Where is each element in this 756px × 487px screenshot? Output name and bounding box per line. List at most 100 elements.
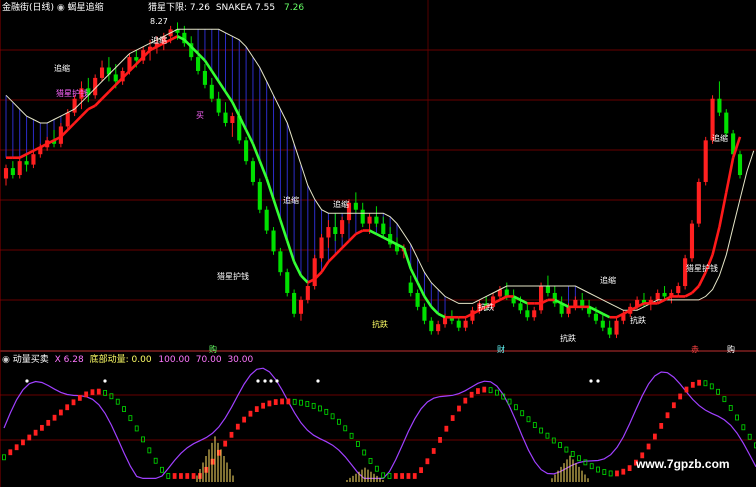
stock-chart-window[interactable]: 金融街(日线) ◉ 蝎星追缩 猎星下限: 7.26 SNAKEA 7.55 7.… [0, 0, 756, 487]
candle-body [134, 57, 139, 61]
candle-body [3, 168, 9, 179]
osc-indicator-name[interactable]: 动量买卖 [13, 355, 49, 365]
oscillator-bar [337, 418, 341, 425]
candle-body [518, 303, 523, 311]
grid-lines [0, 0, 756, 487]
oscillator-bar [659, 423, 664, 429]
candle-body [525, 310, 530, 318]
signal-dot [269, 379, 273, 383]
oscillator-bar [722, 396, 727, 403]
oscillator-bar [615, 470, 619, 477]
osc-dot-icon: ◉ [2, 355, 13, 365]
candle-body [436, 324, 441, 332]
band-segment [430, 305, 440, 315]
signal-dot [263, 379, 267, 383]
oscillator-bar [551, 437, 556, 444]
oscillator-bar [299, 399, 303, 406]
price-tag: 8.27 [150, 17, 168, 26]
oscillator-bar [191, 473, 196, 479]
band-segment [19, 153, 28, 159]
band-segment [25, 149, 35, 156]
oscillator-bar [520, 410, 525, 417]
oscillator-bar [71, 399, 76, 406]
candle-body [264, 209, 269, 231]
oscillator-bar [400, 473, 405, 479]
chase-label: 追缩 [283, 196, 299, 205]
level-30: 30.00 [227, 355, 254, 365]
candle-body [737, 154, 743, 176]
candle-body [593, 313, 599, 321]
candle-body [456, 320, 461, 328]
oscillator-bar [412, 473, 417, 479]
osc-x-label: X [54, 355, 61, 365]
band-segment [711, 226, 721, 256]
candle-body [17, 161, 22, 176]
oscillator-bar [482, 386, 487, 393]
oscillator-bar [469, 391, 474, 398]
candle-body [545, 286, 550, 293]
series-label: 猎星下限: [148, 3, 188, 13]
oscillator-bar [539, 427, 544, 434]
candle-body [216, 98, 221, 113]
guard-label: 猎星护钱 [56, 89, 88, 98]
chase-label: 追缩 [151, 36, 167, 45]
band-segment [697, 271, 707, 287]
signal-dot [25, 379, 29, 383]
candle-body [10, 168, 15, 176]
candle-body [271, 230, 276, 252]
defend-label: 抗跌 [478, 303, 494, 312]
band-segment [595, 309, 604, 315]
signal-dot [589, 379, 593, 383]
candle-body [244, 140, 249, 162]
snake-label: SNAKEA [215, 3, 253, 13]
candle-body [463, 320, 468, 328]
oscillator-bar [387, 473, 392, 479]
price-chart[interactable] [0, 0, 756, 487]
stock-title[interactable]: 金融街(日线) [2, 3, 54, 13]
oscillator-bar [2, 454, 6, 461]
oscillator-bar [311, 402, 316, 409]
oscillator-bar [678, 393, 683, 400]
oscillator-bar [90, 389, 95, 396]
oscillator-bar [393, 473, 398, 479]
oscillator-bar [179, 473, 183, 479]
chase-label: 追缩 [712, 134, 728, 143]
oscillator-bar [450, 415, 455, 421]
candle-body [340, 220, 345, 234]
snake-value: 7.55 [255, 3, 276, 13]
indicator-name[interactable]: 蝎星追缩 [68, 3, 104, 13]
band-segment [437, 312, 446, 319]
oscillator-bar [77, 394, 82, 401]
momentum-value: 0.00 [131, 355, 152, 365]
candle-body [292, 292, 297, 314]
momentum-label: 底部动量: [89, 355, 129, 365]
band-segment [409, 268, 419, 284]
oscillator-bar [665, 412, 670, 419]
oscillator-bar [368, 458, 373, 464]
candle-body [209, 84, 214, 99]
band-segment [217, 80, 227, 93]
band-segment [519, 298, 528, 305]
band-segment [224, 91, 234, 103]
oscillator-bar [374, 465, 379, 472]
band-segment [286, 240, 296, 263]
oscillator-bar [355, 441, 360, 447]
candle-body [305, 286, 310, 300]
candle-body [257, 181, 262, 210]
indicator-lines [5, 28, 755, 319]
oscillator-bar [419, 467, 423, 474]
oscillator-bar [273, 399, 278, 405]
oscillator-bar [109, 393, 114, 400]
oscillator-bar [652, 433, 657, 440]
candle-body [703, 140, 708, 182]
oscillator-bar [210, 458, 215, 465]
candle-body [326, 227, 331, 238]
candle-body [662, 292, 667, 297]
band-segment [663, 295, 672, 302]
oscillator-bar [709, 383, 714, 390]
chase-label: 追缩 [600, 276, 616, 285]
band-segment [684, 291, 693, 298]
band-segment [334, 246, 344, 256]
oscillator-bar [596, 466, 600, 473]
candle-body [319, 237, 324, 259]
